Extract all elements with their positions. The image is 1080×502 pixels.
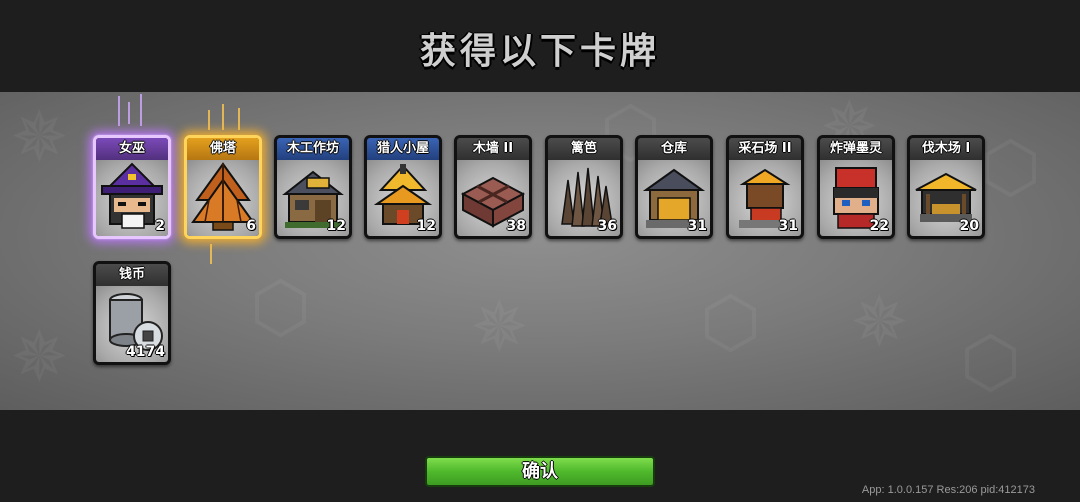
card-count: 31 xyxy=(687,218,707,234)
card-wooden-wall[interactable]: 木墙 II 38 xyxy=(454,135,532,239)
card-count: 12 xyxy=(326,218,346,234)
card-name: 篱笆 xyxy=(548,138,620,160)
card-name: 佛塔 xyxy=(187,138,259,160)
card-name: 木墙 II xyxy=(457,138,529,160)
card-name: 女巫 xyxy=(96,138,168,160)
card-fence[interactable]: 篱笆 36 xyxy=(545,135,623,239)
card-warehouse[interactable]: 仓库 31 xyxy=(635,135,713,239)
card-bomb-ink-spirit[interactable]: 炸弹墨灵 22 xyxy=(817,135,895,239)
card-pagoda[interactable]: 佛塔 6 xyxy=(184,135,262,239)
card-name: 炸弹墨灵 xyxy=(820,138,892,160)
card-name: 木工作坊 xyxy=(277,138,349,160)
card-count: 20 xyxy=(959,218,979,234)
card-count: 31 xyxy=(778,218,798,234)
page-title: 获得以下卡牌 xyxy=(419,31,660,72)
card-count: 12 xyxy=(416,218,436,234)
card-witch[interactable]: 女巫 2 xyxy=(93,135,171,239)
card-count: 36 xyxy=(597,218,617,234)
card-count: 6 xyxy=(246,218,256,234)
card-count: 4174 xyxy=(126,344,165,360)
card-coin[interactable]: 钱币 4174 xyxy=(93,261,171,365)
version-info: App: 1.0.0.157 Res:206 pid:412173 xyxy=(861,484,1035,496)
card-name: 仓库 xyxy=(638,138,710,160)
card-carpentry-workshop[interactable]: 木工作坊 12 xyxy=(274,135,352,239)
card-hunter-hut[interactable]: 猎人小屋 12 xyxy=(364,135,442,239)
card-count: 38 xyxy=(506,218,526,234)
card-name: 猎人小屋 xyxy=(367,138,439,160)
confirm-button[interactable]: 确认 xyxy=(425,456,655,487)
card-quarry[interactable]: 采石场 II 31 xyxy=(726,135,804,239)
card-lumber-mill[interactable]: 伐木场 I 20 xyxy=(907,135,985,239)
card-list: 女巫 2 佛塔 6 木工作坊 12 猎人小屋 12 木墙 II 38 篱笆 36… xyxy=(0,92,1080,410)
card-name: 伐木场 I xyxy=(910,138,982,160)
card-name: 钱币 xyxy=(96,264,168,286)
card-count: 2 xyxy=(155,218,165,234)
card-name: 采石场 II xyxy=(729,138,801,160)
card-count: 22 xyxy=(869,218,889,234)
